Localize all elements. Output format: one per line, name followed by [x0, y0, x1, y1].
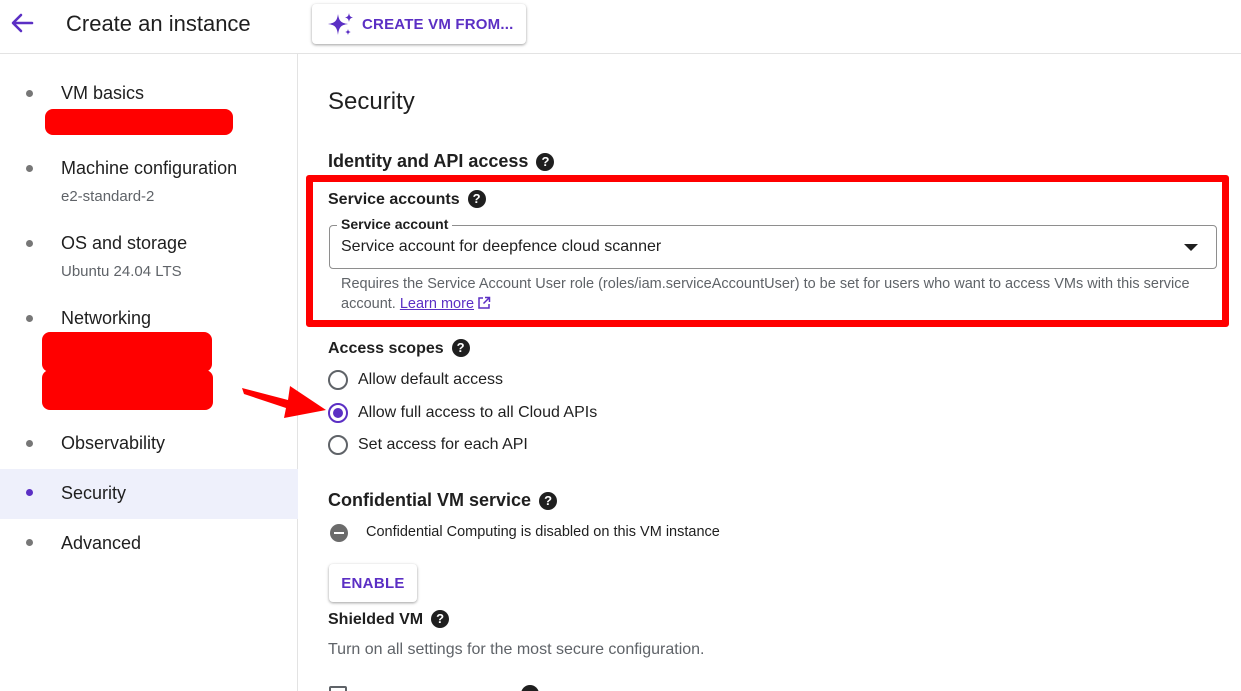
service-account-hint: Requires the Service Account User role (…: [341, 274, 1201, 316]
help-icon[interactable]: ?: [536, 153, 555, 171]
sidebar-item-sublabel: e2-standard-2: [61, 188, 155, 205]
confidential-vm-title: Confidential VM service?: [328, 490, 558, 511]
nav-dot: [26, 90, 33, 97]
service-account-field-label: Service account: [337, 216, 453, 232]
sidebar-item-label: OS and storage: [61, 233, 188, 253]
access-scopes-label: Access scopes?: [328, 339, 470, 358]
nav-dot: [26, 489, 33, 496]
sidebar-item-label: Observability: [61, 433, 166, 453]
shielded-vm-title: Shielded VM?: [328, 610, 450, 629]
sidebar-item-label: Advanced: [61, 533, 142, 553]
radio-button[interactable]: [328, 370, 348, 390]
sidebar: VM basics Machine configuration e2-stand…: [0, 54, 298, 691]
radio-button-selected[interactable]: [328, 403, 348, 423]
sidebar-item-label: VM basics: [61, 83, 145, 103]
nav-dot: [26, 440, 33, 447]
confidential-status-text: Confidential Computing is disabled on th…: [366, 524, 720, 540]
section-heading: Security: [328, 88, 415, 115]
sidebar-item-sublabel: Ubuntu 24.04 LTS: [61, 263, 182, 280]
identity-api-title-text: Identity and API access: [328, 151, 529, 171]
nav-dot: [26, 165, 33, 172]
caret-down-icon: [1184, 244, 1198, 251]
service-account-value: Service account for deepfence cloud scan…: [341, 238, 662, 255]
sidebar-item-security[interactable]: Security: [0, 469, 298, 519]
sparkle-icon: [327, 11, 355, 39]
sidebar-item-label: Security: [61, 483, 127, 503]
sidebar-item-os-and-storage[interactable]: OS and storage Ubuntu 24.04 LTS: [0, 229, 298, 289]
redaction-mark: [45, 109, 233, 135]
confidential-vm-title-text: Confidential VM service: [328, 490, 532, 510]
minus-circle-icon: [330, 524, 348, 542]
identity-api-title: Identity and API access?: [328, 151, 555, 172]
nav-dot: [26, 539, 33, 546]
shielded-option-checkbox[interactable]: [329, 686, 347, 691]
help-icon[interactable]: ?: [467, 190, 486, 208]
service-accounts-label-text: Service accounts: [328, 191, 460, 208]
help-icon[interactable]: ?: [539, 492, 558, 510]
learn-more-link[interactable]: Learn more: [400, 296, 474, 312]
access-scopes-label-text: Access scopes: [328, 340, 444, 357]
sidebar-item-label: Networking: [61, 308, 152, 328]
sidebar-item-machine-configuration[interactable]: Machine configuration e2-standard-2: [0, 154, 298, 214]
service-accounts-label: Service accounts?: [328, 190, 486, 209]
radio-label: Allow default access: [358, 371, 503, 388]
open-in-new-icon[interactable]: [477, 296, 491, 316]
redaction-mark: [42, 370, 213, 410]
radio-button[interactable]: [328, 435, 348, 455]
back-arrow-icon[interactable]: [8, 8, 36, 38]
radio-label: Allow full access to all Cloud APIs: [358, 404, 598, 421]
sidebar-item-advanced[interactable]: Advanced: [0, 519, 298, 569]
help-icon[interactable]: ?: [431, 610, 450, 628]
radio-label: Set access for each API: [358, 436, 528, 453]
service-account-select[interactable]: Service account Service account for deep…: [329, 216, 1217, 269]
create-vm-from-button[interactable]: CREATE VM FROM...: [312, 4, 526, 44]
redaction-mark: [42, 332, 212, 372]
page-title: Create an instance: [66, 11, 251, 36]
shielded-vm-title-text: Shielded VM: [328, 611, 424, 628]
top-bar: Create an instance CREATE VM FROM...: [0, 0, 1241, 54]
shielded-vm-description: Turn on all settings for the most secure…: [328, 641, 705, 658]
nav-dot: [26, 240, 33, 247]
create-vm-from-label: CREATE VM FROM...: [362, 16, 514, 33]
help-icon[interactable]: ?: [451, 339, 470, 357]
enable-button[interactable]: ENABLE: [329, 564, 417, 602]
enable-button-label: ENABLE: [341, 575, 405, 592]
main-content: Security Identity and API access? Servic…: [299, 54, 1241, 691]
sidebar-item-label: Machine configuration: [61, 158, 238, 178]
nav-dot: [26, 315, 33, 322]
help-icon[interactable]: [521, 685, 539, 691]
red-arrow-icon: [240, 378, 328, 424]
